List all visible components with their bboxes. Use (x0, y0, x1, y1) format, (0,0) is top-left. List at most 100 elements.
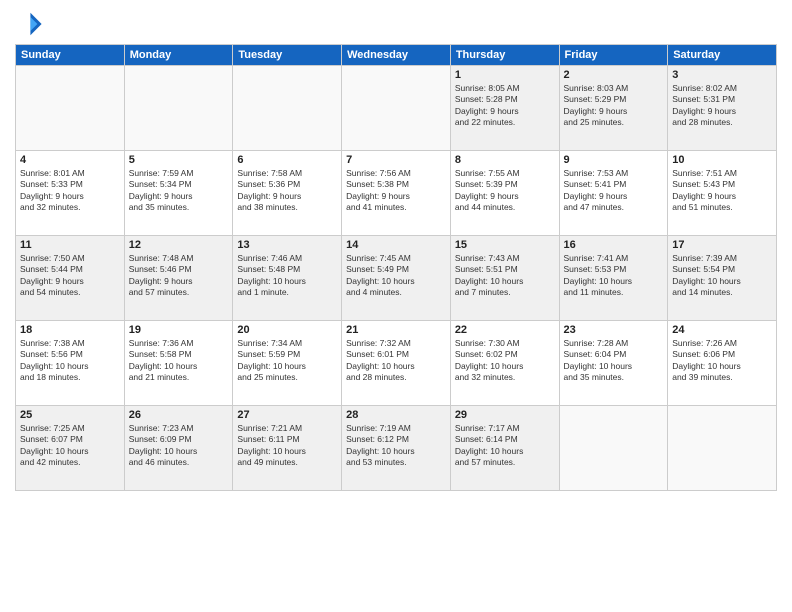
day-number: 27 (237, 409, 337, 421)
calendar-cell (233, 66, 342, 151)
day-number: 28 (346, 409, 446, 421)
day-number: 20 (237, 324, 337, 336)
calendar-week-3: 11 Sunrise: 7:50 AM Sunset: 5:44 PM Dayli… (16, 236, 777, 321)
calendar-cell: 5Sunrise: 7:59 AM Sunset: 5:34 PM Daylig… (124, 151, 233, 236)
day-number: 14 (346, 239, 446, 251)
day-number: 1 (455, 69, 555, 81)
day-info: Sunrise: 7:26 AM Sunset: 6:06 PM Dayligh… (672, 338, 772, 384)
calendar-cell: 17 Sunrise: 7:39 AM Sunset: 5:54 PM Dayli… (668, 236, 777, 321)
logo (15, 10, 45, 38)
logo-icon (15, 10, 43, 38)
calendar-cell (16, 66, 125, 151)
day-info: Sunrise: 7:25 AM Sunset: 6:07 PM Dayligh… (20, 423, 120, 469)
calendar-cell: 1 Sunrise: 8:05 AM Sunset: 5:28 PM Daylig… (450, 66, 559, 151)
calendar-cell: 9 Sunrise: 7:53 AM Sunset: 5:41 PM Daylig… (559, 151, 668, 236)
calendar-week-2: 4 Sunrise: 8:01 AM Sunset: 5:33 PM Daylig… (16, 151, 777, 236)
calendar-cell: 2Sunrise: 8:03 AM Sunset: 5:29 PM Daylig… (559, 66, 668, 151)
day-number: 22 (455, 324, 555, 336)
day-number: 23 (564, 324, 664, 336)
day-info: Sunrise: 7:39 AM Sunset: 5:54 PM Dayligh… (672, 253, 772, 299)
day-info: Sunrise: 7:30 AM Sunset: 6:02 PM Dayligh… (455, 338, 555, 384)
weekday-header-friday: Friday (559, 45, 668, 66)
calendar-header-row: SundayMondayTuesdayWednesdayThursdayFrid… (16, 45, 777, 66)
day-number: 18 (20, 324, 120, 336)
calendar-cell: 8 Sunrise: 7:55 AM Sunset: 5:39 PM Daylig… (450, 151, 559, 236)
calendar-cell: 11 Sunrise: 7:50 AM Sunset: 5:44 PM Dayli… (16, 236, 125, 321)
weekday-header-sunday: Sunday (16, 45, 125, 66)
calendar-cell: 27 Sunrise: 7:21 AM Sunset: 6:11 PM Dayli… (233, 406, 342, 491)
day-number: 2 (564, 69, 664, 81)
day-info: Sunrise: 7:41 AM Sunset: 5:53 PM Dayligh… (564, 253, 664, 299)
day-number: 29 (455, 409, 555, 421)
day-number: 7 (346, 154, 446, 166)
day-number: 11 (20, 239, 120, 251)
day-info: Sunrise: 7:50 AM Sunset: 5:44 PM Dayligh… (20, 253, 120, 299)
day-info: Sunrise: 7:36 AM Sunset: 5:58 PM Dayligh… (129, 338, 229, 384)
weekday-header-wednesday: Wednesday (342, 45, 451, 66)
day-info: Sunrise: 8:02 AM Sunset: 5:31 PM Dayligh… (672, 83, 772, 129)
day-number: 17 (672, 239, 772, 251)
calendar-cell: 25 Sunrise: 7:25 AM Sunset: 6:07 PM Dayli… (16, 406, 125, 491)
day-info: Sunrise: 7:38 AM Sunset: 5:56 PM Dayligh… (20, 338, 120, 384)
page: SundayMondayTuesdayWednesdayThursdayFrid… (0, 0, 792, 612)
day-number: 26 (129, 409, 229, 421)
weekday-header-saturday: Saturday (668, 45, 777, 66)
day-info: Sunrise: 7:58 AM Sunset: 5:36 PM Dayligh… (237, 168, 337, 214)
day-info: Sunrise: 7:55 AM Sunset: 5:39 PM Dayligh… (455, 168, 555, 214)
day-info: Sunrise: 7:23 AM Sunset: 6:09 PM Dayligh… (129, 423, 229, 469)
day-number: 8 (455, 154, 555, 166)
calendar-week-5: 25 Sunrise: 7:25 AM Sunset: 6:07 PM Dayli… (16, 406, 777, 491)
calendar-cell: 16Sunrise: 7:41 AM Sunset: 5:53 PM Dayli… (559, 236, 668, 321)
day-number: 5 (129, 154, 229, 166)
weekday-header-tuesday: Tuesday (233, 45, 342, 66)
calendar-cell: 21Sunrise: 7:32 AM Sunset: 6:01 PM Dayli… (342, 321, 451, 406)
day-info: Sunrise: 7:45 AM Sunset: 5:49 PM Dayligh… (346, 253, 446, 299)
day-info: Sunrise: 7:48 AM Sunset: 5:46 PM Dayligh… (129, 253, 229, 299)
calendar-cell: 23 Sunrise: 7:28 AM Sunset: 6:04 PM Dayli… (559, 321, 668, 406)
day-info: Sunrise: 7:28 AM Sunset: 6:04 PM Dayligh… (564, 338, 664, 384)
calendar-cell (124, 66, 233, 151)
day-number: 15 (455, 239, 555, 251)
calendar-cell: 15 Sunrise: 7:43 AM Sunset: 5:51 PM Dayli… (450, 236, 559, 321)
day-info: Sunrise: 8:05 AM Sunset: 5:28 PM Dayligh… (455, 83, 555, 129)
calendar-cell: 28Sunrise: 7:19 AM Sunset: 6:12 PM Dayli… (342, 406, 451, 491)
day-number: 24 (672, 324, 772, 336)
calendar-cell (559, 406, 668, 491)
day-number: 13 (237, 239, 337, 251)
calendar-week-4: 18 Sunrise: 7:38 AM Sunset: 5:56 PM Dayli… (16, 321, 777, 406)
calendar-cell: 20 Sunrise: 7:34 AM Sunset: 5:59 PM Dayli… (233, 321, 342, 406)
day-info: Sunrise: 7:34 AM Sunset: 5:59 PM Dayligh… (237, 338, 337, 384)
calendar-cell: 18 Sunrise: 7:38 AM Sunset: 5:56 PM Dayli… (16, 321, 125, 406)
day-number: 4 (20, 154, 120, 166)
calendar-cell (342, 66, 451, 151)
day-number: 10 (672, 154, 772, 166)
day-info: Sunrise: 7:46 AM Sunset: 5:48 PM Dayligh… (237, 253, 337, 299)
day-number: 6 (237, 154, 337, 166)
calendar-cell: 24 Sunrise: 7:26 AM Sunset: 6:06 PM Dayli… (668, 321, 777, 406)
calendar-cell: 13 Sunrise: 7:46 AM Sunset: 5:48 PM Dayli… (233, 236, 342, 321)
calendar-cell: 7 Sunrise: 7:56 AM Sunset: 5:38 PM Daylig… (342, 151, 451, 236)
day-info: Sunrise: 7:17 AM Sunset: 6:14 PM Dayligh… (455, 423, 555, 469)
day-info: Sunrise: 8:01 AM Sunset: 5:33 PM Dayligh… (20, 168, 120, 214)
day-info: Sunrise: 7:43 AM Sunset: 5:51 PM Dayligh… (455, 253, 555, 299)
day-number: 19 (129, 324, 229, 336)
day-number: 12 (129, 239, 229, 251)
calendar-cell: 12 Sunrise: 7:48 AM Sunset: 5:46 PM Dayli… (124, 236, 233, 321)
weekday-header-thursday: Thursday (450, 45, 559, 66)
day-number: 9 (564, 154, 664, 166)
day-info: Sunrise: 7:21 AM Sunset: 6:11 PM Dayligh… (237, 423, 337, 469)
calendar-cell: 4 Sunrise: 8:01 AM Sunset: 5:33 PM Daylig… (16, 151, 125, 236)
day-info: Sunrise: 7:53 AM Sunset: 5:41 PM Dayligh… (564, 168, 664, 214)
calendar-cell: 14 Sunrise: 7:45 AM Sunset: 5:49 PM Dayli… (342, 236, 451, 321)
day-number: 25 (20, 409, 120, 421)
calendar-cell: 3Sunrise: 8:02 AM Sunset: 5:31 PM Daylig… (668, 66, 777, 151)
day-info: Sunrise: 7:51 AM Sunset: 5:43 PM Dayligh… (672, 168, 772, 214)
calendar-week-1: 1 Sunrise: 8:05 AM Sunset: 5:28 PM Daylig… (16, 66, 777, 151)
calendar-cell (668, 406, 777, 491)
weekday-header-monday: Monday (124, 45, 233, 66)
header (15, 10, 777, 38)
calendar: SundayMondayTuesdayWednesdayThursdayFrid… (15, 44, 777, 491)
calendar-cell: 19 Sunrise: 7:36 AM Sunset: 5:58 PM Dayli… (124, 321, 233, 406)
day-info: Sunrise: 7:32 AM Sunset: 6:01 PM Dayligh… (346, 338, 446, 384)
day-info: Sunrise: 7:56 AM Sunset: 5:38 PM Dayligh… (346, 168, 446, 214)
